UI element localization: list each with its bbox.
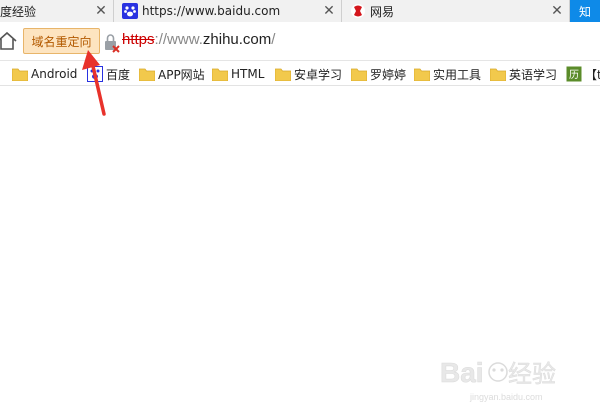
url-path: / [271, 31, 276, 48]
tab-163[interactable]: 网易 ✕ [342, 0, 570, 22]
bookmark-label: HTML [231, 67, 265, 81]
svg-text:Bai: Bai [440, 357, 484, 388]
baidu-jingyan-watermark: Bai 经验 jingyan.baidu.com [440, 357, 556, 402]
bookmark-android[interactable]: Android [12, 65, 77, 83]
url-subdomain: www. [167, 31, 203, 48]
baidu-paw-icon [122, 3, 138, 19]
bookmark-calendar[interactable]: 历 【t [566, 65, 600, 83]
folder-icon [490, 68, 506, 81]
tab-baidu-jingyan[interactable]: 度经验 ✕ [0, 0, 114, 22]
annotation-arrow-icon [82, 50, 106, 116]
bookmark-html[interactable]: HTML [212, 65, 264, 83]
bookmark-tools[interactable]: 实用工具 [414, 65, 481, 83]
calendar-icon: 历 [566, 66, 582, 82]
bookmark-app-sites[interactable]: APP网站 [139, 65, 205, 83]
svg-text:经验: 经验 [508, 361, 556, 388]
tab-close-icon[interactable]: ✕ [549, 3, 565, 19]
url-protocol: https [122, 31, 155, 48]
tab-strip: 度经验 ✕ https://www.baidu.com ✕ 网易 ✕ 知 [0, 0, 600, 22]
bookmark-english[interactable]: 英语学习 [490, 65, 557, 83]
folder-icon [414, 68, 430, 81]
url-domain: zhihu.com [202, 31, 272, 48]
bookmark-luotingting[interactable]: 罗婷婷 [351, 65, 406, 83]
bookmark-label: Android [31, 67, 78, 81]
folder-icon [212, 68, 228, 81]
folder-icon [351, 68, 367, 81]
bookmark-label: 罗婷婷 [370, 67, 407, 82]
tab-close-icon[interactable]: ✕ [321, 3, 337, 19]
home-icon[interactable] [0, 31, 18, 51]
tab-close-icon[interactable]: ✕ [93, 3, 109, 19]
tab-title: 网易 [370, 4, 395, 19]
folder-icon [275, 68, 291, 81]
url-field[interactable]: https://www.zhihu.com/ [122, 31, 275, 48]
bookmark-android-study[interactable]: 安卓学习 [275, 65, 342, 83]
netease-icon [351, 4, 365, 18]
svg-text:历: 历 [569, 69, 579, 81]
bookmark-label: 【t [585, 67, 600, 82]
tab-zhihu[interactable]: 知 [570, 0, 600, 22]
bookmark-label: 英语学习 [509, 67, 558, 82]
tab-title: 度经验 [0, 4, 37, 19]
bookmark-overflow-icon[interactable] [0, 65, 2, 83]
tab-baidu[interactable]: https://www.baidu.com ✕ [114, 0, 342, 22]
url-separator: :// [154, 31, 168, 48]
bookmark-label: 实用工具 [433, 67, 482, 82]
folder-icon [12, 68, 28, 81]
folder-icon [139, 68, 155, 81]
svg-text:jingyan.baidu.com: jingyan.baidu.com [469, 392, 543, 402]
bookmark-label: APP网站 [158, 67, 205, 82]
tab-title: https://www.baidu.com [142, 4, 281, 18]
bookmark-label: 安卓学习 [294, 67, 343, 82]
